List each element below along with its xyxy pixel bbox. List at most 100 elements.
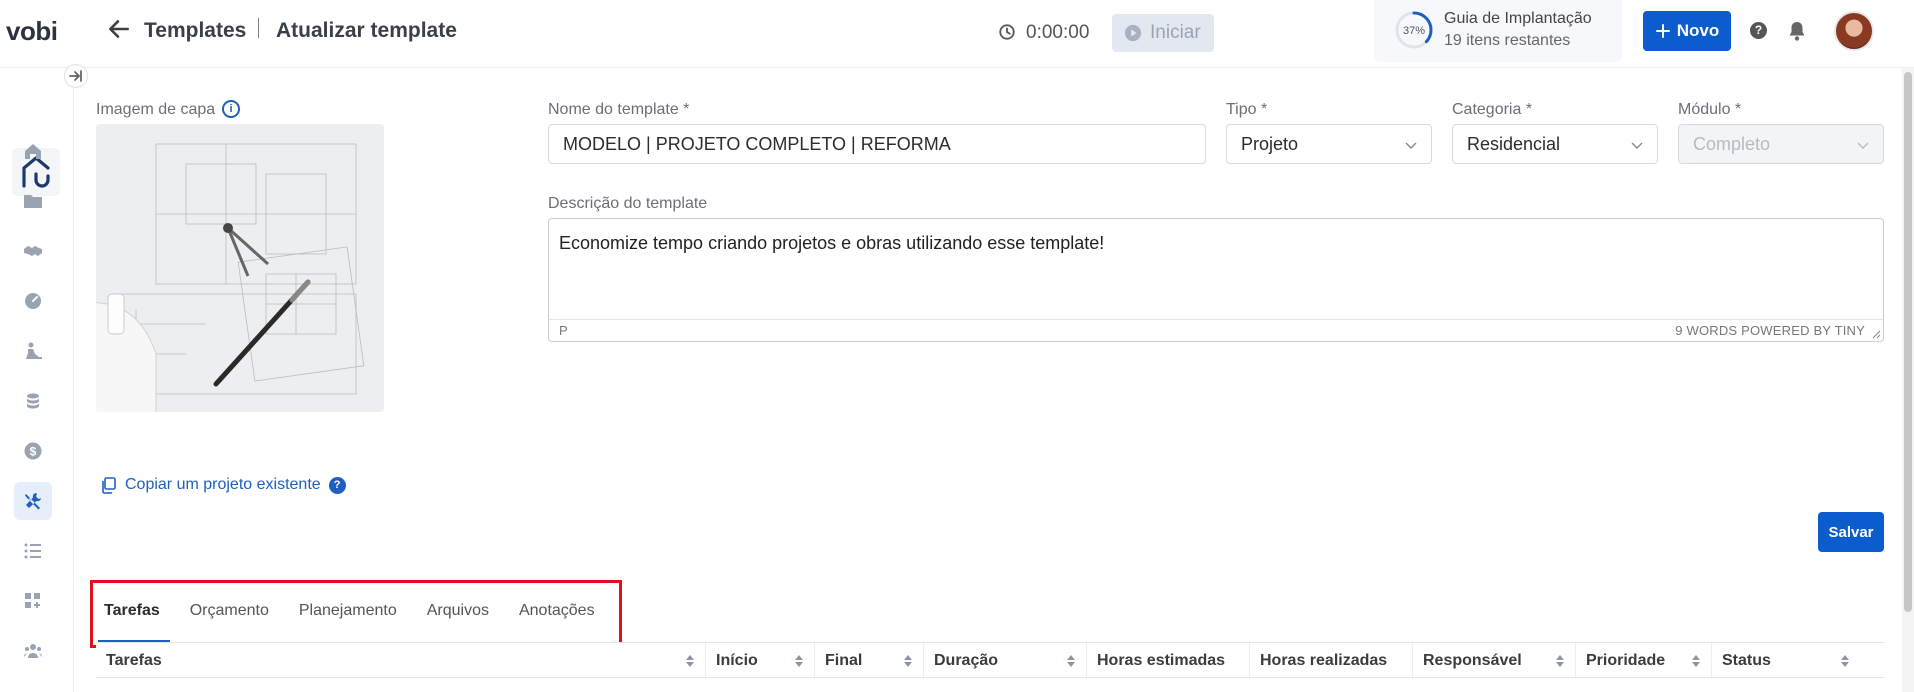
play-icon [1124, 24, 1142, 42]
copy-icon [102, 476, 116, 494]
column-label: Tarefas [106, 652, 162, 669]
tab-orcamento[interactable]: Orçamento [190, 592, 269, 630]
module-select: Completo [1678, 124, 1884, 164]
category-select[interactable]: Residencial [1452, 124, 1658, 164]
info-icon[interactable]: i [222, 100, 240, 118]
copy-existing-project-label: Copiar um projeto existente [125, 476, 321, 493]
template-name-label: Nome do template * [548, 101, 690, 118]
column-header-final[interactable]: Final [815, 643, 924, 679]
column-label: Horas estimadas [1097, 652, 1226, 669]
column-label: Prioridade [1586, 652, 1666, 669]
dollar-icon: $ [24, 442, 42, 460]
sidebar-item-team[interactable] [14, 632, 52, 670]
sidebar-collapse-button[interactable] [64, 64, 88, 88]
gauge-icon [25, 293, 41, 309]
question-icon[interactable]: ? [328, 476, 346, 494]
implementation-guide[interactable]: 37% Guia de Implantação 19 itens restant… [1374, 0, 1622, 62]
page-title: Atualizar template [276, 19, 457, 42]
column-label: Final [825, 652, 863, 669]
description-text: Economize tempo criando projetos e obras… [559, 233, 1105, 253]
template-name-input[interactable]: MODELO | PROJETO COMPLETO | REFORMA [548, 124, 1206, 164]
column-header-inicio[interactable]: Início [706, 643, 815, 679]
sidebar-item-apps[interactable] [14, 582, 52, 620]
sidebar-item-billing[interactable]: $ [14, 432, 52, 470]
chevron-down-icon [1631, 142, 1643, 149]
user-avatar[interactable] [1834, 11, 1874, 51]
tools-icon [25, 493, 41, 510]
start-timer-button[interactable]: Iniciar [1112, 14, 1214, 52]
chevron-down-icon [1857, 142, 1869, 149]
description-editor[interactable]: Economize tempo criando projetos e obras… [548, 218, 1884, 342]
handshake-icon [24, 246, 42, 256]
sidebar-item-suppliers[interactable] [14, 332, 52, 370]
type-value: Projeto [1241, 133, 1299, 154]
breadcrumb-templates[interactable]: Templates [144, 19, 246, 43]
arrow-left-icon[interactable] [106, 16, 132, 42]
column-label: Responsável [1423, 652, 1522, 669]
column-header-tarefas[interactable]: Tarefas [96, 643, 706, 679]
bell-icon[interactable] [1787, 20, 1807, 42]
cover-image-label: Imagem de capa [96, 101, 216, 118]
apps-add-icon [25, 593, 40, 608]
guide-percent: 37% [1403, 25, 1425, 37]
column-header-horas-estimadas[interactable]: Horas estimadas [1087, 643, 1250, 679]
type-label: Tipo * [1226, 101, 1268, 118]
guide-title: Guia de Implantação [1444, 10, 1592, 27]
copy-existing-project-link[interactable]: Copiar um projeto existente ? [100, 476, 346, 494]
sort-icon [1841, 655, 1849, 667]
sidebar-item-finance[interactable] [14, 382, 52, 420]
sidebar-item-dashboard[interactable] [14, 282, 52, 320]
column-label: Horas realizadas [1260, 652, 1388, 669]
sidebar-item-projects[interactable] [14, 182, 52, 220]
tab-arquivos[interactable]: Arquivos [427, 592, 489, 630]
editor-word-count: 9 WORDS POWERED BY TINY [1675, 323, 1865, 338]
sidebar: $ [0, 68, 74, 692]
editor-element-path[interactable]: P [559, 323, 568, 338]
sort-icon [904, 655, 912, 667]
folder-icon [24, 195, 42, 208]
plus-icon [1655, 24, 1670, 38]
category-label: Categoria * [1452, 101, 1533, 118]
team-icon [24, 644, 42, 658]
module-label: Módulo * [1678, 101, 1742, 118]
progress-ring: 37% [1395, 11, 1433, 49]
blueprint-image [96, 124, 384, 412]
tab-planejamento[interactable]: Planejamento [299, 592, 397, 630]
resize-handle-icon[interactable] [1871, 329, 1881, 339]
start-timer-label: Iniciar [1150, 22, 1201, 43]
sidebar-item-list[interactable] [14, 532, 52, 570]
type-select[interactable]: Projeto [1226, 124, 1432, 164]
vobi-logo[interactable]: vobi [6, 16, 58, 47]
tasks-table-header: Tarefas Início Final Duração Horas estim… [96, 642, 1884, 679]
new-button[interactable]: Novo [1643, 11, 1731, 51]
new-button-label: Novo [1676, 21, 1720, 40]
sort-icon [686, 655, 694, 667]
sort-icon [795, 655, 803, 667]
coins-icon [27, 393, 39, 409]
tab-anotacoes[interactable]: Anotações [519, 592, 595, 630]
cover-image[interactable] [96, 124, 384, 412]
help-icon[interactable]: ? [1750, 22, 1767, 39]
column-label: Duração [934, 652, 999, 669]
collapse-arrow-icon [69, 70, 82, 82]
sidebar-item-home[interactable] [14, 132, 52, 170]
column-header-prioridade[interactable]: Prioridade [1576, 643, 1712, 679]
save-button[interactable]: Salvar [1818, 512, 1884, 552]
clock-icon [999, 24, 1015, 40]
column-label: Início [716, 652, 758, 669]
sort-icon [1692, 655, 1700, 667]
column-header-horas-realizadas[interactable]: Horas realizadas [1250, 643, 1413, 679]
sidebar-item-templates[interactable] [14, 482, 52, 520]
timer-display: 0:00:00 [1026, 22, 1090, 43]
top-bar: vobi Templates Atualizar template 0:00:0… [0, 0, 1914, 68]
column-header-status[interactable]: Status [1712, 643, 1860, 679]
home-icon [25, 144, 41, 159]
sort-icon [1067, 655, 1075, 667]
column-header-duracao[interactable]: Duração [924, 643, 1087, 679]
tab-tarefas[interactable]: Tarefas [98, 592, 170, 642]
editor-status-bar: P 9 WORDS POWERED BY TINY [549, 319, 1883, 341]
sidebar-item-crm[interactable] [14, 232, 52, 270]
category-value: Residencial [1467, 133, 1561, 154]
page-scrollbar-thumb[interactable] [1904, 72, 1912, 612]
column-header-responsavel[interactable]: Responsável [1413, 643, 1576, 679]
